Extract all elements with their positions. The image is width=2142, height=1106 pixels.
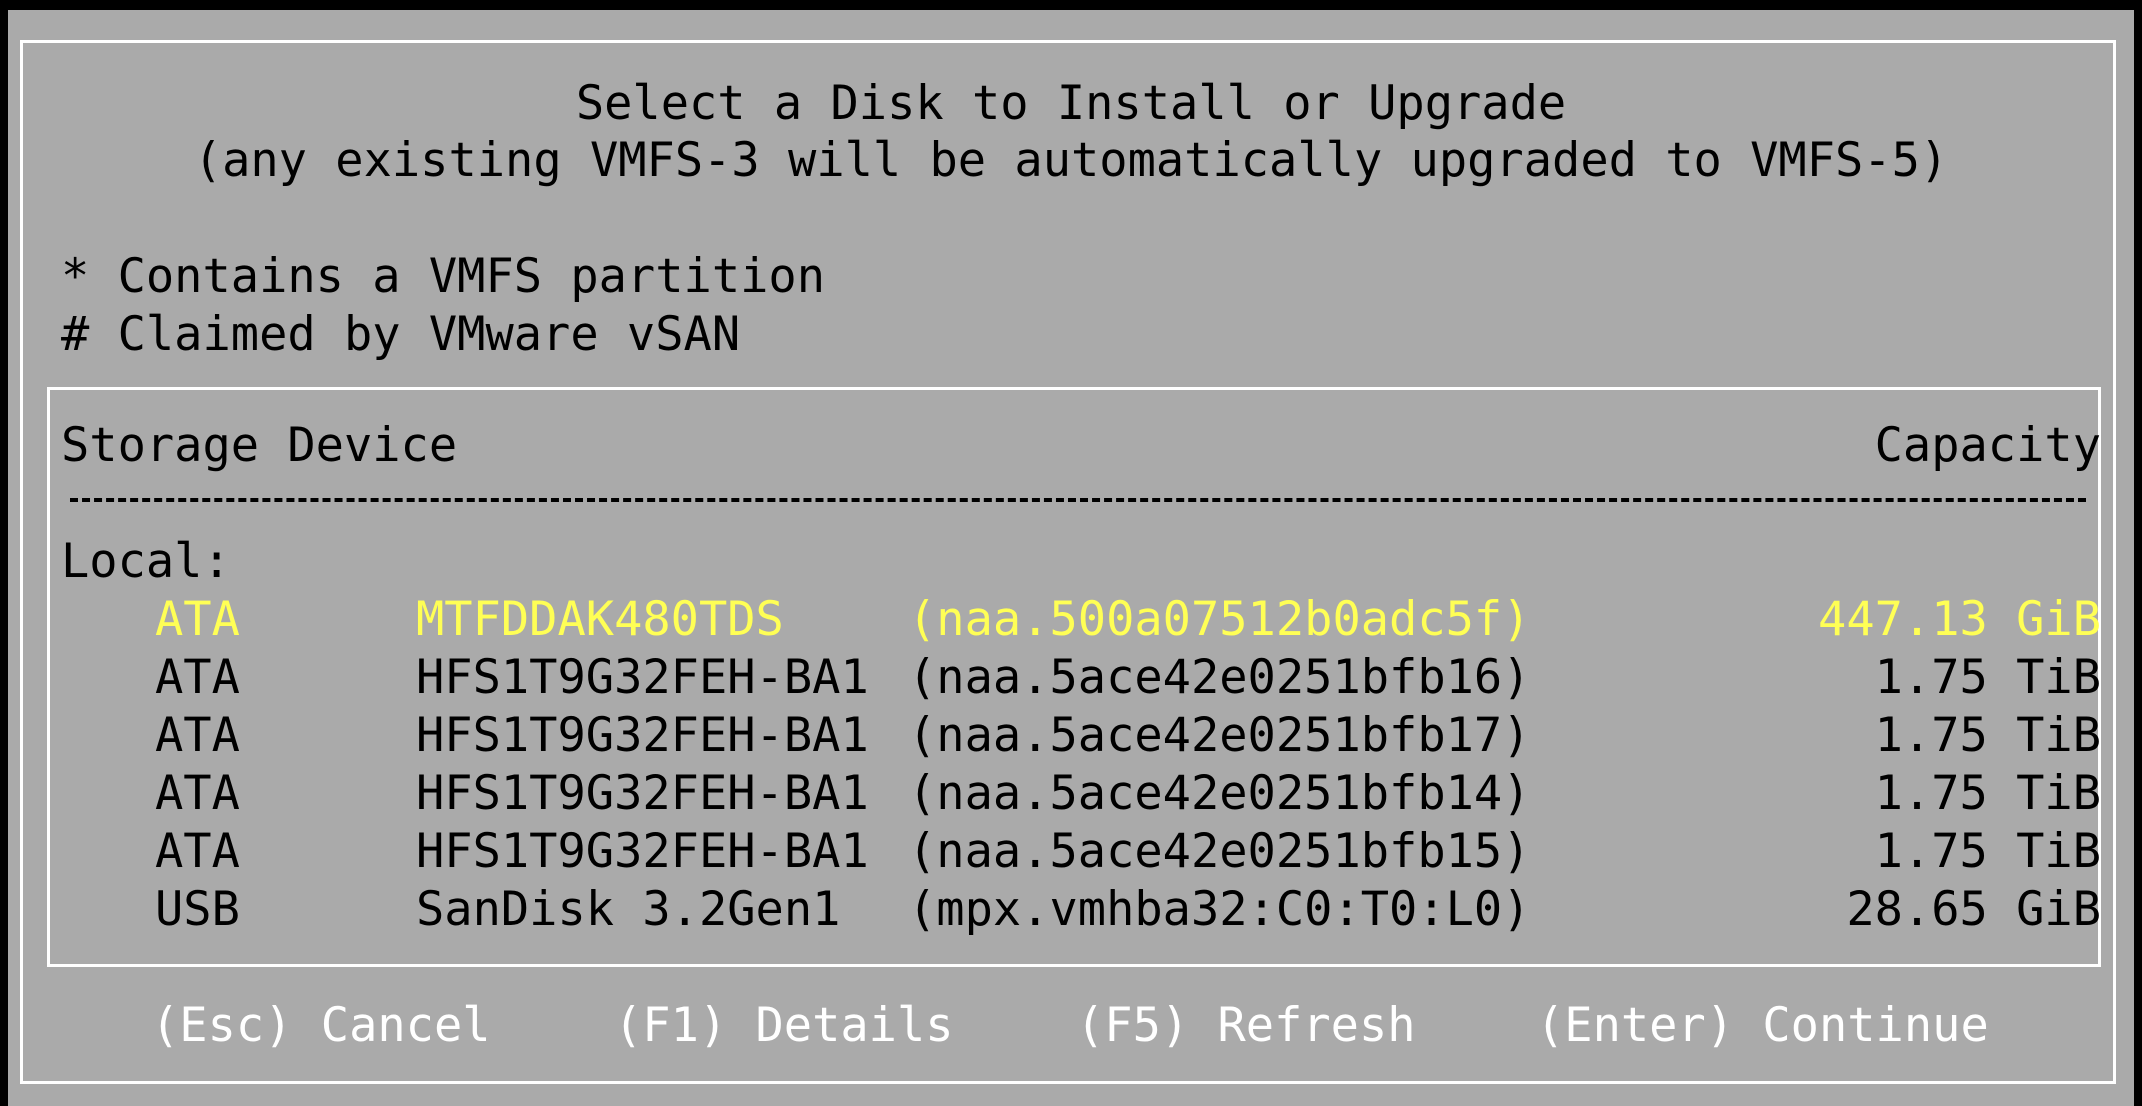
disk-id: (naa.5ace42e0251bfb14) [908, 766, 1531, 821]
disk-capacity: 28.65 GiB [1846, 882, 2101, 937]
disk-select-dialog: Select a Disk to Install or Upgrade (any… [8, 10, 2134, 1106]
disk-model: HFS1T9G32FEH-BA1 [416, 708, 869, 763]
legend-vmfs: * Contains a VMFS partition [61, 249, 826, 304]
disk-id: (mpx.vmhba32:C0:T0:L0) [908, 882, 1531, 937]
disk-bus: ATA [155, 708, 240, 763]
disk-id: (naa.5ace42e0251bfb16) [908, 650, 1531, 705]
disk-capacity: 1.75 TiB [1874, 650, 2101, 705]
column-header-device: Storage Device [61, 418, 458, 473]
column-header-capacity: Capacity [1874, 418, 2101, 473]
disk-bus: ATA [155, 766, 240, 821]
dialog-subtitle: (any existing VMFS-3 will be automatical… [193, 133, 1949, 188]
refresh-button[interactable]: (F5) Refresh [1076, 997, 1416, 1055]
disk-capacity: 447.13 GiB [1818, 592, 2101, 647]
disk-model: HFS1T9G32FEH-BA1 [416, 766, 869, 821]
disk-bus: ATA [155, 592, 240, 647]
disk-id: (naa.500a07512b0adc5f) [908, 592, 1531, 647]
cancel-button[interactable]: (Esc) Cancel [151, 997, 491, 1055]
legend-vsan: # Claimed by VMware vSAN [61, 307, 741, 362]
disk-bus: ATA [155, 650, 240, 705]
continue-button[interactable]: (Enter) Continue [1536, 997, 1989, 1055]
disk-model: MTFDDAK480TDS [416, 592, 784, 647]
disk-bus: USB [155, 882, 240, 937]
disk-capacity: 1.75 TiB [1874, 708, 2101, 763]
disk-model: HFS1T9G32FEH-BA1 [416, 824, 869, 879]
disk-bus: ATA [155, 824, 240, 879]
disk-id: (naa.5ace42e0251bfb15) [908, 824, 1531, 879]
console-screen: Select a Disk to Install or Upgrade (any… [0, 0, 2142, 1106]
disk-id: (naa.5ace42e0251bfb17) [908, 708, 1531, 763]
group-label-local: Local: [61, 534, 231, 589]
disk-model: HFS1T9G32FEH-BA1 [416, 650, 869, 705]
header-divider [70, 498, 2086, 502]
details-button[interactable]: (F1) Details [614, 997, 954, 1055]
disk-model: SanDisk 3.2Gen1 [416, 882, 841, 937]
dialog-title: Select a Disk to Install or Upgrade [575, 76, 1567, 131]
disk-capacity: 1.75 TiB [1874, 824, 2101, 879]
disk-capacity: 1.75 TiB [1874, 766, 2101, 821]
